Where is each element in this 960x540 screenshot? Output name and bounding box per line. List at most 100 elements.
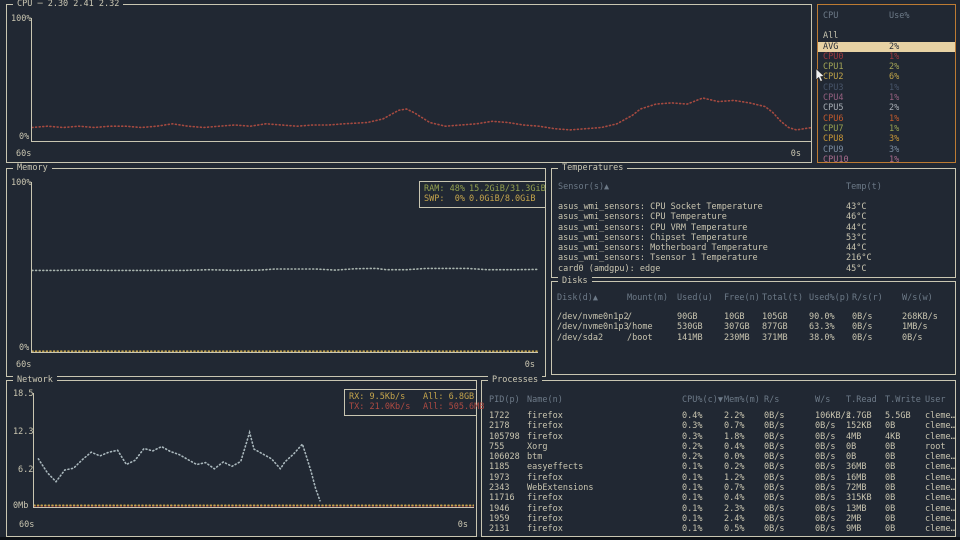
temps-col-temp[interactable]: Temp(t) bbox=[846, 182, 955, 192]
temperature-row[interactable]: asus_wmi_sensors: Tsensor 1 Temperature … bbox=[552, 253, 955, 263]
cpu-panel[interactable]: CPU ─ 2.30 2.41 2.32 100% 0% 60s 0s bbox=[6, 0, 812, 163]
process-pid: 2131 bbox=[489, 524, 510, 535]
cpu-legend-row[interactable]: All bbox=[818, 31, 955, 41]
sensor-value: 44°C bbox=[846, 243, 867, 254]
process-row[interactable]: 1959 firefox 0.1% 2.4% 0B/s 0B/s 2MB 0B … bbox=[482, 514, 955, 524]
cpu-legend-row[interactable]: CPU10 1% bbox=[818, 155, 955, 165]
process-row[interactable]: 755 Xorg 0.2% 0.4% 0B/s 0B/s 0B 0B root bbox=[482, 442, 955, 452]
process-pid: 1722 bbox=[489, 411, 510, 421]
process-row[interactable]: 2343 WebExtensions 0.1% 0.7% 0B/s 0B/s 7… bbox=[482, 483, 955, 493]
cpu-legend-row[interactable]: CPU8 3% bbox=[818, 134, 955, 144]
process-row[interactable]: 2131 firefox 0.1% 0.5% 0B/s 0B/s 9MB 0B … bbox=[482, 524, 955, 534]
cpu-legend-row[interactable]: CPU7 1% bbox=[818, 124, 955, 134]
proc-col-cpu[interactable]: CPU%(c)▼ bbox=[682, 395, 724, 405]
proc-col-wps[interactable]: W/s bbox=[815, 395, 846, 405]
temperatures-panel[interactable]: Temperatures Sensor(s)▲ Temp(t) asus_wmi… bbox=[551, 163, 956, 278]
cpu-core-usage bbox=[889, 31, 955, 41]
process-row[interactable]: 1946 firefox 0.1% 2.3% 0B/s 0B/s 13MB 0B… bbox=[482, 504, 955, 514]
temperature-row[interactable]: asus_wmi_sensors: CPU Socket Temperature… bbox=[552, 202, 955, 212]
cpu-legend-col-use[interactable]: Use% bbox=[889, 11, 955, 21]
process-total-read: 2.7GB bbox=[846, 411, 872, 421]
disk-mount: / bbox=[627, 312, 633, 322]
disks-col-usedpct[interactable]: Used%(p) bbox=[809, 293, 852, 303]
process-row[interactable]: 1185 easyeffects 0.1% 0.2% 0B/s 0B/s 36M… bbox=[482, 462, 955, 472]
process-row[interactable]: 1722 firefox 0.4% 2.2% 0B/s 106KB/s 2.7G… bbox=[482, 411, 955, 421]
process-total-write: 0B bbox=[885, 483, 896, 494]
disks-col-rps[interactable]: R/s(r) bbox=[852, 293, 902, 303]
disk-read-rate: 0B/s bbox=[852, 312, 873, 322]
sensor-value: 44°C bbox=[846, 222, 867, 233]
process-total-read: 0B bbox=[846, 441, 857, 452]
network-y-label-2: 12.3 bbox=[13, 427, 34, 437]
temperature-row[interactable]: card0 (amdgpu): edge 45°C bbox=[552, 264, 955, 274]
disk-read-rate: 0B/s bbox=[852, 322, 873, 333]
cpu-legend-row[interactable]: CPU1 2% bbox=[818, 62, 955, 72]
process-pid: 1946 bbox=[489, 503, 510, 514]
process-mem: 0.7% bbox=[724, 483, 745, 494]
disks-col-total[interactable]: Total(t) bbox=[762, 293, 809, 303]
process-write-rate: 0B/s bbox=[815, 493, 836, 504]
cpu-legend-row[interactable]: CPU2 6% bbox=[818, 72, 955, 82]
process-row[interactable]: 106028 btm 0.2% 0.0% 0B/s 0B/s 0B 0B cle… bbox=[482, 452, 955, 462]
proc-col-pid[interactable]: PID(p) bbox=[489, 395, 527, 405]
disk-read-rate: 0B/s bbox=[852, 332, 873, 343]
process-row[interactable]: 2178 firefox 0.3% 0.7% 0B/s 0B/s 152KB 0… bbox=[482, 421, 955, 431]
process-cpu: 0.3% bbox=[682, 431, 703, 442]
cpu-legend-row[interactable]: CPU3 1% bbox=[818, 83, 955, 93]
process-pid: 105798 bbox=[489, 431, 520, 442]
cpu-legend-row[interactable]: CPU9 3% bbox=[818, 145, 955, 155]
network-panel[interactable]: Network 18.5 12.3 6.2 0Mb 60s 0s RX: 9.5… bbox=[6, 375, 484, 537]
cpu-legend-row[interactable]: CPU4 1% bbox=[818, 93, 955, 103]
memory-panel-title: Memory bbox=[13, 163, 52, 174]
process-row[interactable]: 11716 firefox 0.1% 0.4% 0B/s 0B/s 315KB … bbox=[482, 493, 955, 503]
disk-row[interactable]: /dev/nvme0n1p3 /home 530GB 307GB 877GB 6… bbox=[552, 322, 955, 332]
disk-row[interactable]: /dev/sda2 /boot 141MB 230MB 371MB 38.0% … bbox=[552, 333, 955, 343]
cpu-legend-row[interactable]: CPU5 2% bbox=[818, 103, 955, 113]
proc-col-twrite[interactable]: T.Write bbox=[885, 395, 925, 405]
processes-panel[interactable]: Processes PID(p) Name(n) CPU%(c)▼ Mem%(m… bbox=[481, 375, 956, 537]
process-user: cleme… bbox=[925, 513, 955, 524]
process-read-rate: 0B/s bbox=[764, 421, 785, 432]
process-mem: 1.2% bbox=[724, 472, 745, 483]
cpu-legend-row[interactable]: CPU0 1% bbox=[818, 52, 955, 62]
cpu-legend-row[interactable]: AVG 2% bbox=[818, 41, 955, 52]
process-name: firefox bbox=[527, 513, 563, 524]
disk-write-rate: 1MB/s bbox=[902, 322, 928, 333]
disks-col-used[interactable]: Used(u) bbox=[677, 293, 724, 303]
cpu-legend-panel[interactable]: CPU Use% All AVG 2% CPU0 1% CPU1 2% CPU2… bbox=[817, 4, 956, 165]
process-total-write: 0B bbox=[885, 441, 896, 452]
cpu-core-label: AVG bbox=[823, 41, 839, 52]
cpu-legend-row[interactable]: CPU6 1% bbox=[818, 114, 955, 124]
disks-panel[interactable]: Disks Disk(d)▲ Mount(m) Used(u) Free(n) … bbox=[551, 276, 956, 375]
disks-col-wps[interactable]: W/s(w) bbox=[902, 293, 955, 303]
process-total-read: 72MB bbox=[846, 483, 867, 494]
temps-col-sensor[interactable]: Sensor(s)▲ bbox=[558, 182, 846, 192]
process-pid: 755 bbox=[489, 441, 505, 452]
process-cpu: 0.1% bbox=[682, 493, 703, 504]
cpu-legend-list: All AVG 2% CPU0 1% CPU1 2% CPU2 6% CPU3 … bbox=[818, 31, 955, 165]
temperature-row[interactable]: asus_wmi_sensors: Chipset Temperature 53… bbox=[552, 233, 955, 243]
cpu-legend-col-name[interactable]: CPU bbox=[823, 11, 889, 21]
proc-col-name[interactable]: Name(n) bbox=[527, 395, 682, 405]
process-total-write: 0B bbox=[885, 452, 896, 463]
proc-col-rps[interactable]: R/s bbox=[764, 395, 815, 405]
disks-col-free[interactable]: Free(n) bbox=[724, 293, 762, 303]
proc-col-tread[interactable]: T.Read bbox=[846, 395, 885, 405]
disks-col-disk[interactable]: Disk(d)▲ bbox=[557, 293, 627, 303]
temperature-row[interactable]: asus_wmi_sensors: CPU Temperature 46°C bbox=[552, 212, 955, 222]
process-row[interactable]: 105798 firefox 0.3% 1.8% 0B/s 0B/s 4MB 4… bbox=[482, 432, 955, 442]
tx-rate-label: TX: 21.0Kb/s bbox=[349, 402, 411, 413]
temperature-row[interactable]: asus_wmi_sensors: Motherboard Temperatur… bbox=[552, 243, 955, 253]
proc-col-user[interactable]: User bbox=[925, 395, 955, 405]
disk-row[interactable]: /dev/nvme0n1p2 / 90GB 10GB 105GB 90.0% 0… bbox=[552, 312, 955, 322]
process-row[interactable]: 1973 firefox 0.1% 1.2% 0B/s 0B/s 16MB 0B… bbox=[482, 473, 955, 483]
rx-rate-label: RX: 9.5Kb/s bbox=[349, 392, 406, 402]
network-x-left-label: 60s bbox=[19, 520, 35, 530]
memory-panel[interactable]: Memory 100% 0% 60s 0s RAM: 48% 15.2GiB/3… bbox=[6, 163, 546, 377]
temperature-row[interactable]: asus_wmi_sensors: CPU VRM Temperature 44… bbox=[552, 223, 955, 233]
proc-col-mem[interactable]: Mem%(m) bbox=[724, 395, 764, 405]
process-total-write: 0B bbox=[885, 462, 896, 473]
disks-col-mount[interactable]: Mount(m) bbox=[627, 293, 677, 303]
process-write-rate: 0B/s bbox=[815, 431, 836, 442]
process-total-write: 0B bbox=[885, 421, 896, 432]
